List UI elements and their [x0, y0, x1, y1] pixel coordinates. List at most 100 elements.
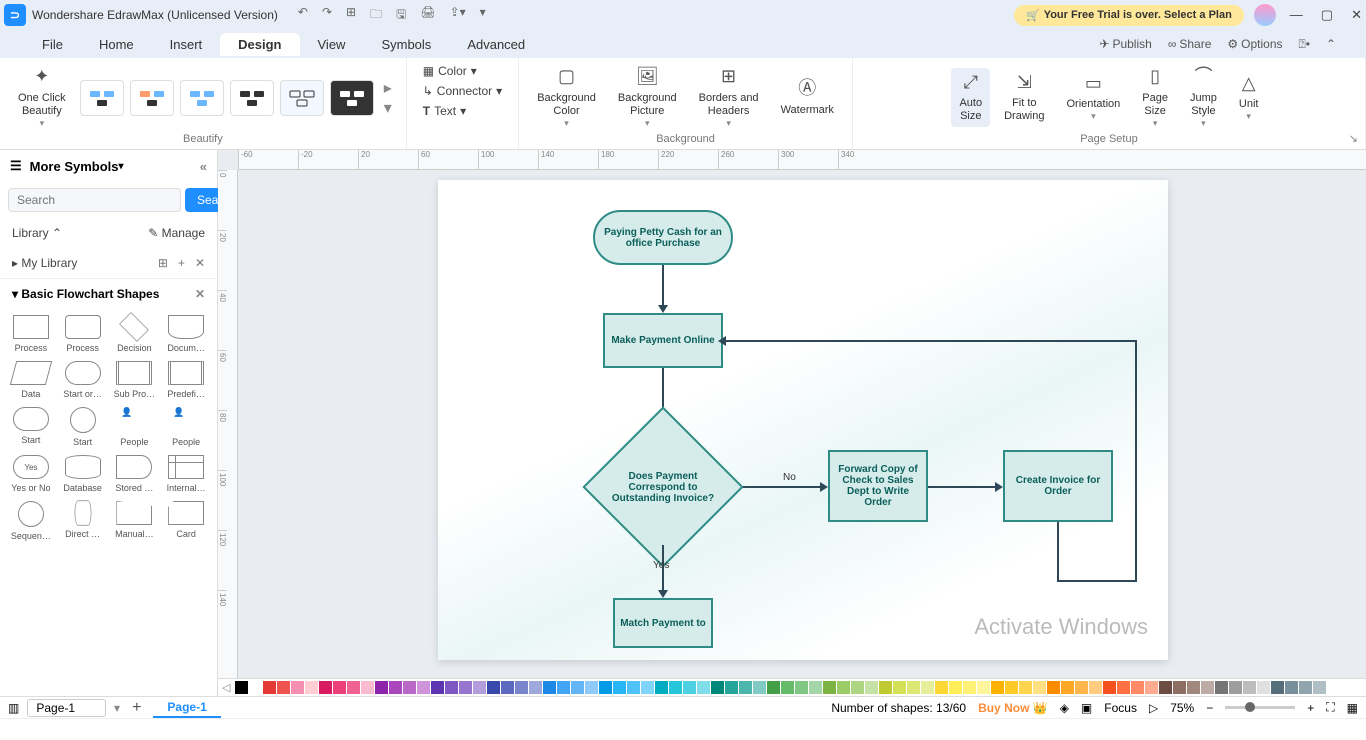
theme-4-button[interactable] — [230, 80, 274, 116]
color-swatch[interactable] — [473, 681, 486, 694]
notification-icon[interactable]: ⍰• — [1299, 37, 1310, 52]
color-swatch[interactable] — [837, 681, 850, 694]
page-tab[interactable]: Page-1 — [153, 697, 220, 718]
shape-decision[interactable]: Decision — [110, 313, 160, 355]
color-swatch[interactable] — [557, 681, 570, 694]
color-swatch[interactable] — [1229, 681, 1242, 694]
node-payment-online[interactable]: Make Payment Online — [603, 313, 723, 368]
fit-page-icon[interactable]: ⛶ — [1326, 700, 1334, 715]
page-selector[interactable]: Page-1 — [27, 699, 106, 717]
shape-startor[interactable]: Start or… — [58, 359, 108, 401]
color-swatch[interactable] — [753, 681, 766, 694]
bg-color-button[interactable]: ▢Background Color▾ — [529, 62, 604, 133]
color-swatch[interactable] — [669, 681, 682, 694]
collapse-panel-icon[interactable]: « — [200, 159, 207, 174]
remove-icon[interactable]: ✕ — [195, 256, 205, 270]
shape-manual[interactable]: Manual… — [110, 499, 160, 543]
fullscreen-icon[interactable]: ▦ — [1347, 701, 1358, 715]
color-swatch[interactable] — [1285, 681, 1298, 694]
ribbon-launcher-icon[interactable]: ↘ — [1349, 132, 1358, 145]
zoom-out-button[interactable]: − — [1206, 701, 1213, 715]
more-symbols-label[interactable]: More Symbols — [30, 159, 119, 174]
color-swatch[interactable] — [823, 681, 836, 694]
play-icon[interactable]: ▷ — [1149, 701, 1158, 715]
search-input[interactable] — [8, 188, 181, 212]
layers-icon[interactable]: ◈ — [1060, 701, 1069, 715]
options-button[interactable]: ⚙ Options — [1227, 37, 1282, 51]
save-icon[interactable]: 🖫 — [396, 5, 406, 26]
theme-5-button[interactable] — [280, 80, 324, 116]
menu-symbols[interactable]: Symbols — [363, 33, 449, 56]
shape-internal[interactable]: Internal… — [161, 453, 211, 495]
connector-dropdown[interactable]: ↳ Connector ▾ — [417, 82, 508, 100]
one-click-beautify-button[interactable]: ✦ One Click Beautify ▾ — [10, 62, 74, 133]
presentation-icon[interactable]: ▣ — [1081, 701, 1092, 715]
watermark-button[interactable]: ⒶWatermark — [773, 74, 842, 121]
shape-process[interactable]: Process — [6, 313, 56, 355]
library-toggle[interactable]: Library ⌃ — [12, 226, 62, 240]
color-swatch[interactable] — [333, 681, 346, 694]
buy-now-button[interactable]: Buy Now 👑 — [978, 701, 1048, 715]
color-swatch[interactable] — [963, 681, 976, 694]
borders-button[interactable]: ⊞Borders and Headers▾ — [691, 62, 767, 133]
shape-document[interactable]: Docum… — [161, 313, 211, 355]
color-swatch[interactable] — [851, 681, 864, 694]
theme-1-button[interactable] — [80, 80, 124, 116]
color-swatch[interactable] — [781, 681, 794, 694]
shape-start-oval[interactable]: Start — [6, 405, 56, 449]
orientation-button[interactable]: ▭Orientation▾ — [1058, 69, 1128, 127]
color-swatch[interactable] — [627, 681, 640, 694]
color-swatch[interactable] — [739, 681, 752, 694]
color-swatch[interactable] — [1047, 681, 1060, 694]
color-swatch[interactable] — [711, 681, 724, 694]
color-swatch[interactable] — [389, 681, 402, 694]
shape-start-circle[interactable]: Start — [58, 405, 108, 449]
color-swatch[interactable] — [585, 681, 598, 694]
more-icon[interactable]: ▾ — [480, 5, 486, 26]
color-swatch[interactable] — [515, 681, 528, 694]
focus-button[interactable]: Focus — [1104, 701, 1137, 715]
export-icon[interactable]: ⇪▾ — [450, 5, 466, 26]
share-button[interactable]: ∞ Share — [1168, 37, 1212, 51]
color-swatch[interactable] — [487, 681, 500, 694]
theme-more-button[interactable]: ▸▾ — [380, 78, 396, 118]
color-swatch[interactable] — [445, 681, 458, 694]
color-swatch[interactable] — [263, 681, 276, 694]
color-swatch[interactable] — [1201, 681, 1214, 694]
zoom-in-button[interactable]: + — [1307, 701, 1314, 715]
shape-predefined[interactable]: Predefi… — [161, 359, 211, 401]
color-swatch[interactable] — [949, 681, 962, 694]
shape-people-1[interactable]: 👤People — [110, 405, 160, 449]
color-swatch[interactable] — [529, 681, 542, 694]
color-swatch[interactable] — [921, 681, 934, 694]
open-icon[interactable]: 🗀 — [370, 5, 382, 26]
color-swatch[interactable] — [683, 681, 696, 694]
color-swatch[interactable] — [235, 681, 248, 694]
menu-file[interactable]: File — [24, 33, 81, 56]
color-swatch[interactable] — [1075, 681, 1088, 694]
close-icon[interactable]: ✕ — [1351, 7, 1362, 23]
color-swatch[interactable] — [865, 681, 878, 694]
color-swatch[interactable] — [599, 681, 612, 694]
color-swatch[interactable] — [1103, 681, 1116, 694]
color-swatch[interactable] — [1117, 681, 1130, 694]
zoom-slider[interactable] — [1225, 706, 1295, 709]
color-swatch[interactable] — [767, 681, 780, 694]
color-swatch[interactable] — [1033, 681, 1046, 694]
color-swatch[interactable] — [1257, 681, 1270, 694]
maximize-icon[interactable]: ▢ — [1321, 7, 1333, 23]
minimize-icon[interactable]: — — [1290, 7, 1303, 23]
canvas[interactable]: -60-202060100140180220260300340 02040608… — [218, 150, 1366, 678]
menu-view[interactable]: View — [300, 33, 364, 56]
node-start[interactable]: Paying Petty Cash for an office Purchase — [593, 210, 733, 265]
color-swatch[interactable] — [977, 681, 990, 694]
color-swatch[interactable] — [403, 681, 416, 694]
color-swatch[interactable] — [1089, 681, 1102, 694]
bg-picture-button[interactable]: 🖼Background Picture▾ — [610, 62, 685, 133]
no-fill-icon[interactable]: ◁ — [222, 681, 230, 694]
color-swatch[interactable] — [319, 681, 332, 694]
color-swatch[interactable] — [1131, 681, 1144, 694]
color-swatch[interactable] — [1299, 681, 1312, 694]
color-swatch[interactable] — [1173, 681, 1186, 694]
menu-home[interactable]: Home — [81, 33, 152, 56]
